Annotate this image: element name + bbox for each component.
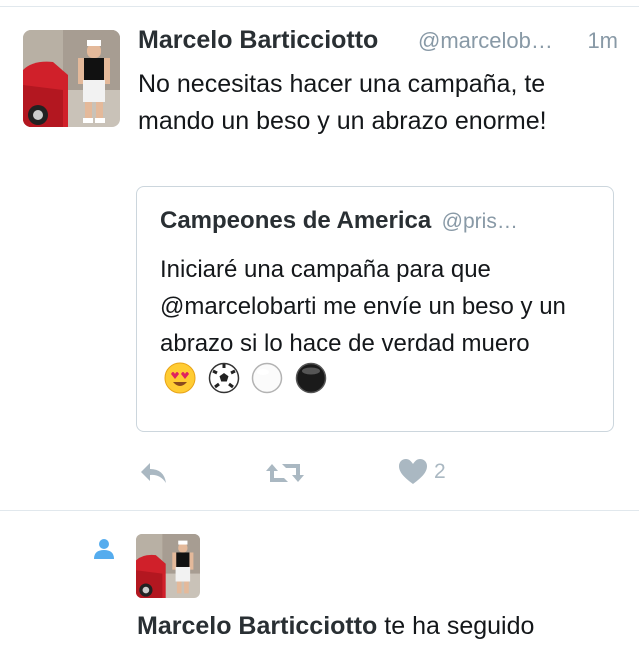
top-divider	[0, 6, 639, 7]
quoted-tweet-header: Campeones de America @pris…	[160, 207, 518, 235]
retweet-icon[interactable]	[266, 458, 304, 488]
follower-name[interactable]: Marcelo Barticciotto	[137, 612, 377, 640]
emoji-row	[164, 362, 332, 405]
tweet-text: No necesitas hacer una campaña, te mando…	[138, 70, 547, 135]
author-avatar[interactable]	[23, 30, 120, 127]
heart-icon[interactable]	[398, 458, 428, 488]
soccer-ball-emoji	[208, 362, 240, 405]
follow-action-text: te ha seguido	[384, 612, 535, 640]
follower-avatar[interactable]	[136, 534, 200, 598]
reply-icon[interactable]	[138, 458, 170, 488]
white-circle-emoji	[251, 362, 283, 405]
heart-eyes-emoji	[164, 362, 196, 405]
tweet-header: Marcelo Barticciotto @marcelob… 1m	[138, 26, 618, 60]
quoted-tweet-text: Iniciaré una campaña para que @marceloba…	[160, 256, 566, 357]
quoted-tweet-card[interactable]: Campeones de America @pris… Iniciaré una…	[136, 186, 614, 432]
like-count: 2	[434, 460, 446, 483]
person-icon	[92, 537, 116, 566]
quoted-tweet-body: Iniciaré una campaña para que @marceloba…	[160, 251, 600, 405]
quoted-author-name: Campeones de America	[160, 207, 432, 234]
black-circle-emoji	[295, 362, 327, 405]
author-name[interactable]: Marcelo Barticciotto	[138, 26, 378, 55]
tweet-timestamp: 1m	[587, 28, 618, 53]
quoted-author-handle: @pris…	[441, 210, 518, 233]
section-divider	[0, 510, 639, 511]
tweet-actions: 2	[138, 458, 468, 488]
author-handle[interactable]: @marcelob…	[418, 28, 553, 54]
follow-notification-text: Marcelo Barticciotto te ha seguido	[137, 612, 534, 641]
